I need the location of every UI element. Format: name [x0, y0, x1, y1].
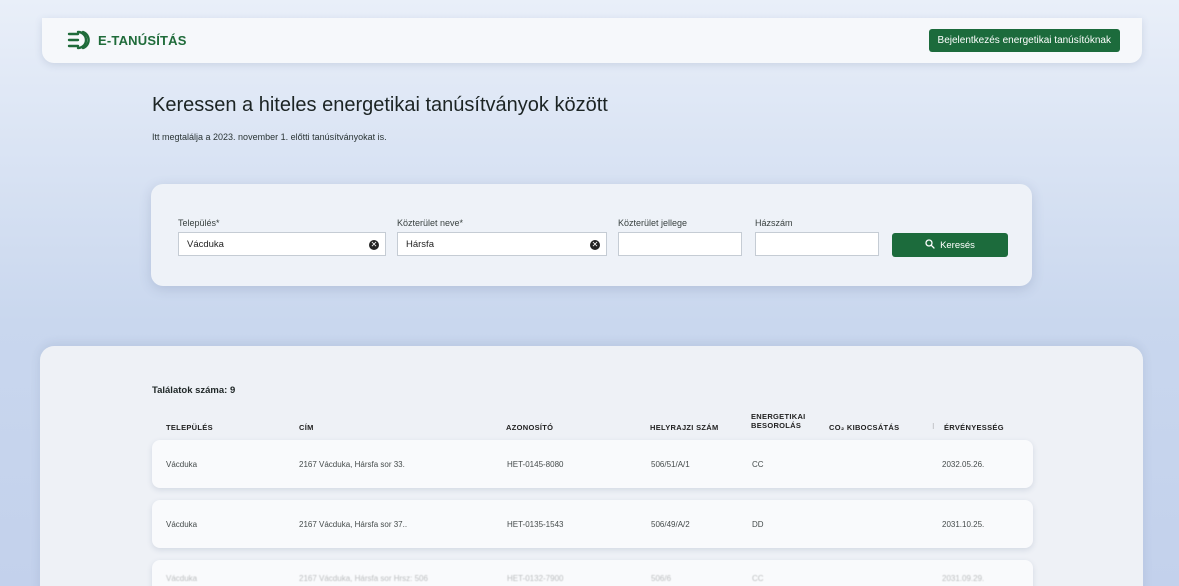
- street-type-field: Közterület jellege: [618, 218, 742, 256]
- settlement-input[interactable]: Vácduka ✕: [178, 232, 386, 256]
- settlement-field: Település* Vácduka ✕: [178, 218, 386, 256]
- cell-address: 2167 Vácduka, Hársfa sor Hrsz: 506: [299, 574, 428, 583]
- column-header-address[interactable]: CÍM: [299, 423, 314, 432]
- cell-settlement: Vácduka: [166, 574, 198, 583]
- table-row[interactable]: Vácduka 2167 Vácduka, Hársfa sor 37.. HE…: [152, 500, 1033, 548]
- results-count: Találatok száma: 9: [152, 385, 236, 396]
- cell-energy-rating: CC: [752, 574, 764, 583]
- house-number-input[interactable]: [755, 232, 879, 256]
- cell-validity: 2031.09.29.: [942, 574, 985, 583]
- settlement-value: Vácduka: [187, 238, 224, 250]
- cell-address: 2167 Vácduka, Hársfa sor 33.: [299, 460, 405, 469]
- cell-settlement: Vácduka: [166, 520, 198, 529]
- certifier-login-button[interactable]: Bejelentkezés energetikai tanúsítóknak: [928, 29, 1120, 52]
- street-type-label: Közterület jellege: [618, 218, 688, 228]
- column-header-id[interactable]: AZONOSÍTÓ: [506, 423, 553, 432]
- logo[interactable]: E-TANÚSÍTÁS: [66, 29, 187, 51]
- top-navigation-bar: E-TANÚSÍTÁS Bejelentkezés energetikai ta…: [42, 18, 1142, 63]
- cell-settlement: Vácduka: [166, 460, 198, 469]
- cell-energy-rating: CC: [752, 460, 764, 469]
- cell-validity: 2032.05.26.: [942, 460, 985, 469]
- cell-id: HET-0132-7900: [507, 574, 564, 583]
- cell-parcel-number: 506/49/A/2: [651, 520, 690, 529]
- cell-id: HET-0135-1543: [507, 520, 564, 529]
- street-type-input[interactable]: [618, 232, 742, 256]
- search-icon: [925, 238, 935, 252]
- settlement-label: Település*: [178, 218, 220, 228]
- e-tanusitas-logo-icon: [66, 29, 92, 51]
- clear-street-name-icon[interactable]: ✕: [590, 240, 600, 250]
- page-title: Keressen a hiteles energetikai tanúsítvá…: [152, 94, 608, 116]
- street-name-input[interactable]: Hársfa ✕: [397, 232, 607, 256]
- cell-parcel-number: 506/6: [651, 574, 672, 583]
- search-button[interactable]: Keresés: [892, 233, 1008, 257]
- page-subtitle: Itt megtalálja a 2023. november 1. előtt…: [152, 132, 387, 142]
- clear-settlement-icon[interactable]: ✕: [369, 240, 379, 250]
- column-header-validity[interactable]: ÉRVÉNYESSÉG: [944, 423, 1004, 432]
- house-number-label: Házszám: [755, 218, 793, 228]
- table-row[interactable]: Vácduka 2167 Vácduka, Hársfa sor Hrsz: 5…: [152, 560, 1033, 586]
- cell-address: 2167 Vácduka, Hársfa sor 37..: [299, 520, 408, 529]
- logo-text: E-TANÚSÍTÁS: [98, 32, 187, 48]
- table-row[interactable]: Vácduka 2167 Vácduka, Hársfa sor 33. HET…: [152, 440, 1033, 488]
- street-name-field: Közterület neve* Hársfa ✕: [397, 218, 607, 256]
- column-header-energy-rating[interactable]: ENERGETIKAI BESOROLÁS: [751, 412, 821, 430]
- cell-energy-rating: DD: [752, 520, 764, 529]
- cell-parcel-number: 506/51/A/1: [651, 460, 690, 469]
- column-header-co2-emission[interactable]: CO₂ KIBOCSÁTÁS: [829, 423, 899, 432]
- column-header-parcel-number[interactable]: HELYRAJZI SZÁM: [650, 423, 719, 432]
- search-panel: Település* Vácduka ✕ Közterület neve* Há…: [151, 184, 1032, 286]
- search-button-label: Keresés: [940, 239, 975, 251]
- results-panel: Találatok száma: 9 TELEPÜLÉS CÍM AZONOSÍ…: [40, 346, 1143, 586]
- column-divider: ⁝: [932, 422, 935, 431]
- street-name-label: Közterület neve*: [397, 218, 464, 228]
- street-name-value: Hársfa: [406, 238, 434, 250]
- cell-id: HET-0145-8080: [507, 460, 564, 469]
- house-number-field: Házszám: [755, 218, 879, 256]
- cell-validity: 2031.10.25.: [942, 520, 985, 529]
- column-header-settlement[interactable]: TELEPÜLÉS: [166, 423, 213, 432]
